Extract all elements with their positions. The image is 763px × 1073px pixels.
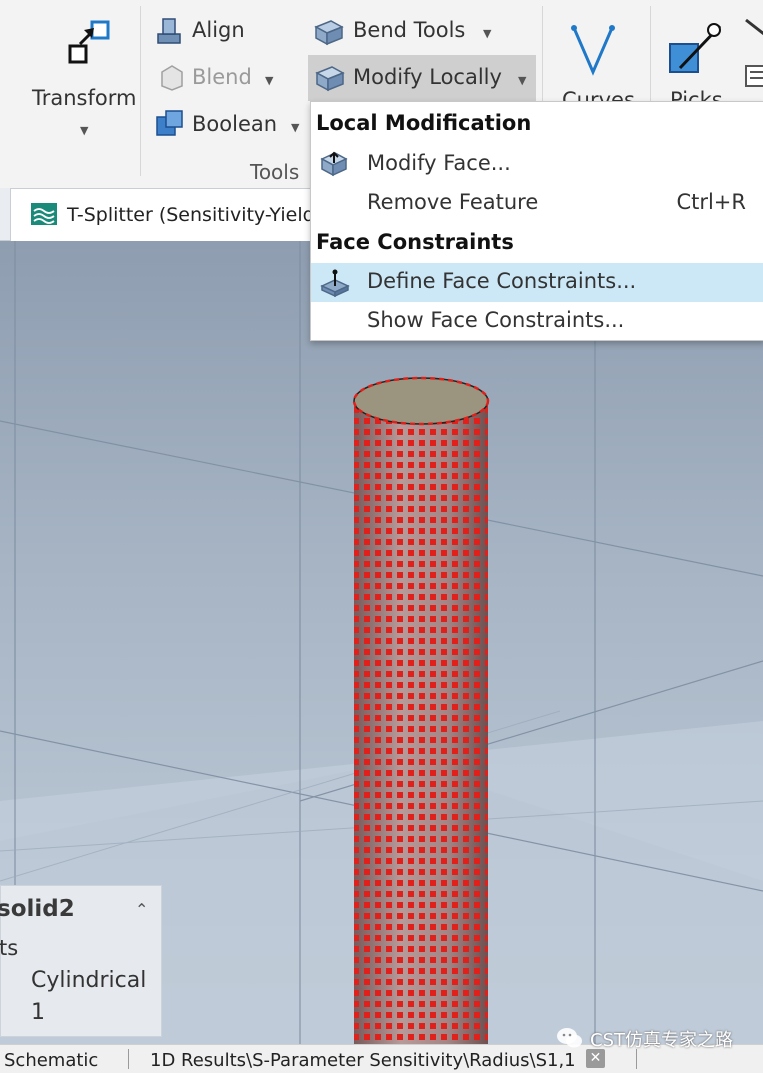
tab-divider	[636, 1049, 637, 1069]
blend-icon	[161, 65, 183, 91]
document-tab-title: T-Splitter (Sensitivity-Yield	[67, 204, 315, 226]
transform-label: Transform	[32, 86, 137, 110]
remove-feature-label: Remove Feature	[367, 190, 539, 214]
picks-button[interactable]: Picks	[660, 10, 738, 105]
modify-face-label: Modify Face...	[367, 151, 511, 175]
properties-type-value: Cylindrical	[31, 968, 147, 993]
menu-item-modify-face[interactable]: Modify Face...	[311, 145, 763, 184]
menu-item-remove-feature[interactable]: Remove Feature Ctrl+R	[311, 184, 763, 223]
transform-button[interactable]: Transform ▼	[20, 10, 150, 150]
cst-project-icon	[31, 203, 57, 225]
curves-button[interactable]: Curves	[556, 10, 636, 105]
blend-label: Blend	[192, 65, 252, 89]
modify-locally-label: Modify Locally	[353, 65, 502, 89]
properties-panel: solid2 ⌃ ts Cylindrical 1	[0, 885, 162, 1037]
curves-icon	[571, 25, 615, 76]
cylinder-face-constraint-markers	[354, 401, 488, 1044]
modify-locally-dropdown-arrow[interactable]: ▼	[518, 74, 526, 87]
boolean-label: Boolean	[192, 112, 278, 136]
wechat-icon	[557, 1028, 582, 1048]
blend-dropdown-arrow[interactable]: ▼	[265, 74, 273, 87]
boolean-dropdown-arrow[interactable]: ▼	[291, 121, 299, 134]
document-tab[interactable]: T-Splitter (Sensitivity-Yield	[10, 188, 315, 241]
align-label: Align	[192, 18, 245, 42]
collapse-chevron-icon[interactable]: ⌃	[135, 900, 148, 919]
watermark-text: CST仿真专家之路	[590, 1030, 733, 1051]
menu-item-show-face-constraints[interactable]: Show Face Constraints...	[311, 302, 763, 341]
picks-icon	[669, 23, 722, 73]
blend-button[interactable]: Blend ▼	[154, 60, 284, 98]
menu-header-face-constraints: Face Constraints	[316, 230, 514, 254]
menu-item-define-face-constraints[interactable]: Define Face Constraints...	[311, 263, 763, 302]
properties-count-value: 1	[31, 1000, 45, 1025]
transform-icon	[68, 20, 110, 64]
align-button[interactable]: Align	[154, 14, 274, 52]
boolean-icon	[156, 110, 183, 136]
show-face-constraints-label: Show Face Constraints...	[367, 308, 625, 332]
tools-group-label: Tools	[250, 160, 300, 184]
bend-tools-dropdown-arrow[interactable]: ▼	[483, 27, 491, 40]
boolean-button[interactable]: Boolean ▼	[154, 107, 304, 145]
align-icon	[157, 18, 181, 44]
bend-tools-icon	[314, 20, 344, 46]
modify-face-icon	[320, 151, 348, 177]
modify-locally-button[interactable]: Modify Locally ▼	[308, 55, 536, 101]
ribbon-separator	[140, 6, 141, 176]
bend-tools-button[interactable]: Bend Tools ▼	[313, 14, 503, 52]
modify-locally-icon	[315, 66, 345, 92]
tab-schematic[interactable]: Schematic	[4, 1050, 98, 1071]
bend-tools-label: Bend Tools	[353, 18, 466, 42]
partial-tool-icon[interactable]	[742, 14, 763, 94]
properties-row-label: ts	[0, 936, 19, 960]
properties-title: solid2	[0, 896, 75, 922]
define-face-constraints-icon	[320, 269, 350, 298]
transform-dropdown-arrow[interactable]: ▼	[80, 124, 88, 137]
tab-divider	[128, 1049, 129, 1069]
menu-header-local-modification: Local Modification	[316, 111, 532, 135]
define-face-constraints-label: Define Face Constraints...	[367, 269, 637, 293]
modify-locally-menu: Local Modification Modify Face... Remove…	[310, 101, 763, 341]
remove-feature-shortcut: Ctrl+R	[676, 190, 746, 214]
tab-1d-results[interactable]: 1D Results\S-Parameter Sensitivity\Radiu…	[150, 1050, 576, 1071]
